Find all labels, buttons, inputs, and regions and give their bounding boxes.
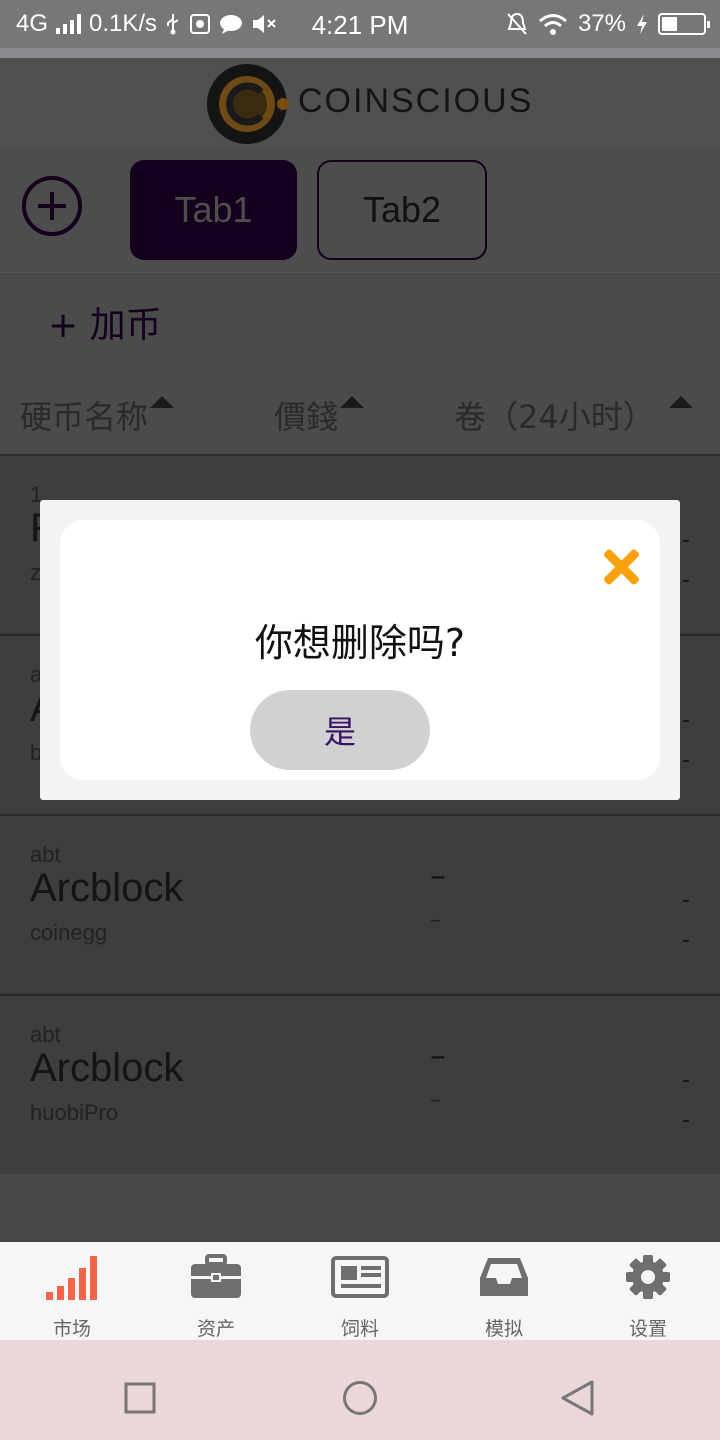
- coinscious-logo-icon: [207, 64, 289, 144]
- status-divider: [0, 48, 720, 58]
- coin-volume: -: [682, 528, 690, 553]
- coin-row[interactable]: abt Arcblock coinegg – – - -: [0, 816, 720, 996]
- column-volume-label: 卷（24小时）: [454, 398, 655, 436]
- app-header: COINSCIOUS: [0, 58, 720, 150]
- sort-by-volume-header[interactable]: 卷（24小时）: [454, 392, 693, 438]
- coin-volume-secondary: -: [682, 1108, 690, 1133]
- coin-name: Arcblock: [30, 866, 184, 910]
- inbox-tray-icon: [480, 1258, 528, 1296]
- coin-name: Arcblock: [30, 1046, 184, 1090]
- list-empty-area: [0, 1174, 720, 1242]
- bell-off-icon: [507, 12, 527, 35]
- nav-item-market[interactable]: 市场: [0, 1242, 144, 1340]
- sort-up-icon: [668, 396, 693, 408]
- coin-change: –: [430, 908, 441, 933]
- tab-1[interactable]: Tab1: [130, 160, 297, 260]
- battery-level: [662, 17, 677, 31]
- coin-price: –: [430, 856, 446, 894]
- coin-change: –: [430, 1088, 441, 1113]
- coin-volume-secondary: -: [682, 748, 690, 773]
- add-tab-icon[interactable]: [22, 176, 82, 236]
- system-nav-bar: [0, 1340, 720, 1440]
- nav-label: 资产: [196, 1318, 235, 1340]
- gear-icon: [626, 1255, 670, 1299]
- nav-item-feed[interactable]: 饲料: [288, 1242, 432, 1340]
- nav-label: 设置: [628, 1318, 667, 1340]
- add-coin-button[interactable]: + 加币: [48, 296, 162, 348]
- dialog-question: 你想删除吗?: [254, 621, 466, 665]
- wifi-icon: [538, 14, 567, 35]
- recents-square-icon[interactable]: [124, 1382, 156, 1414]
- coin-price: –: [430, 1036, 446, 1074]
- home-circle-icon[interactable]: [342, 1380, 378, 1416]
- battery-icon: [658, 13, 710, 35]
- briefcase-icon: [191, 1254, 241, 1298]
- nav-label: 饲料: [340, 1318, 379, 1340]
- coin-symbol: abt: [30, 842, 61, 867]
- tab-2[interactable]: Tab2: [317, 160, 487, 260]
- nav-item-settings[interactable]: 设置: [576, 1242, 720, 1340]
- back-triangle-icon[interactable]: [560, 1380, 596, 1416]
- coin-volume-secondary: -: [682, 568, 690, 593]
- nav-label: 市场: [52, 1318, 91, 1340]
- nav-item-assets[interactable]: 资产: [144, 1242, 288, 1340]
- confirm-yes-button[interactable]: 是: [250, 690, 430, 770]
- nav-label: 模拟: [484, 1318, 523, 1340]
- column-price-label: 價錢: [274, 398, 339, 436]
- bottom-nav: 市场 资产 饲料 模拟 设置: [0, 1242, 720, 1340]
- coin-symbol: abt: [30, 1022, 61, 1047]
- coin-volume: -: [682, 888, 690, 913]
- signal-bars-icon: [46, 1256, 97, 1300]
- coin-volume: -: [682, 708, 690, 733]
- column-name-label: 硬币名称: [20, 398, 149, 436]
- close-icon[interactable]: [602, 548, 640, 586]
- sort-by-name-header[interactable]: 硬币名称: [20, 392, 175, 438]
- coin-volume-secondary: -: [682, 928, 690, 953]
- coin-row[interactable]: abt Arcblock huobiPro – – - -: [0, 996, 720, 1176]
- coin-exchange: huobiPro: [30, 1100, 119, 1125]
- charging-bolt-icon: [637, 14, 647, 34]
- sort-up-icon: [150, 396, 175, 408]
- newspaper-icon: [331, 1256, 389, 1298]
- sort-by-price-header[interactable]: 價錢: [274, 392, 365, 438]
- sort-up-icon: [340, 396, 365, 408]
- coin-exchange: coinegg: [30, 920, 108, 945]
- status-right: 37%: [506, 10, 710, 38]
- status-bar: 4G 0.1K/s 4:21 PM 37%: [0, 0, 720, 48]
- coin-volume: -: [682, 1068, 690, 1093]
- nav-item-simulation[interactable]: 模拟: [432, 1242, 576, 1340]
- battery-percent: 37%: [577, 10, 626, 37]
- brand-name: COINSCIOUS: [298, 82, 534, 120]
